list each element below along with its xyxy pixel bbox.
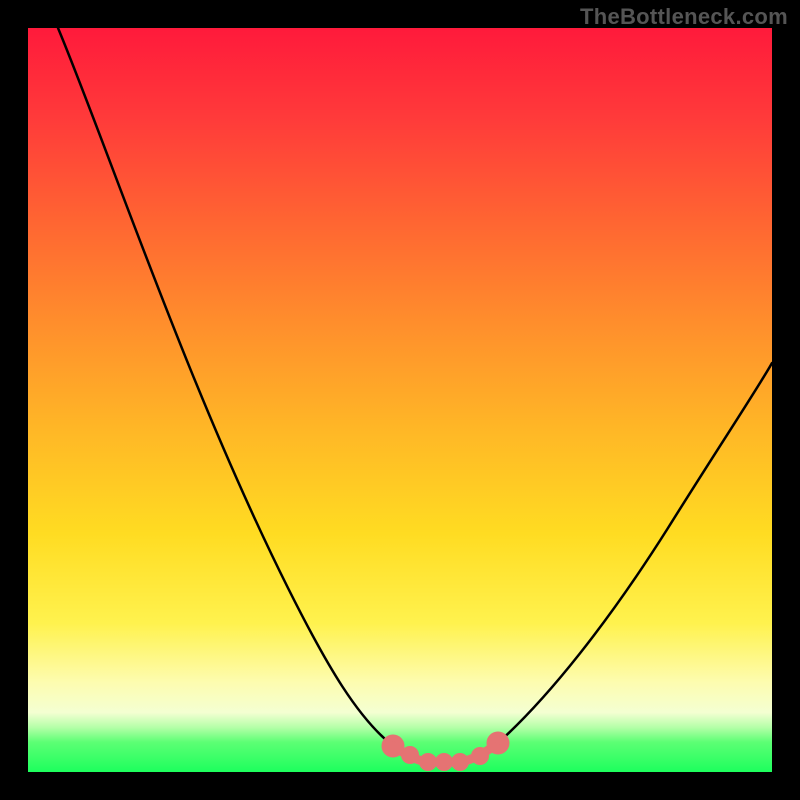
plot-area xyxy=(28,28,772,772)
bottleneck-curve xyxy=(58,28,772,762)
bottleneck-curve-svg xyxy=(28,28,772,772)
chart-frame: TheBottleneck.com xyxy=(0,0,800,800)
watermark-text: TheBottleneck.com xyxy=(580,4,788,30)
valley-highlight xyxy=(386,736,505,767)
